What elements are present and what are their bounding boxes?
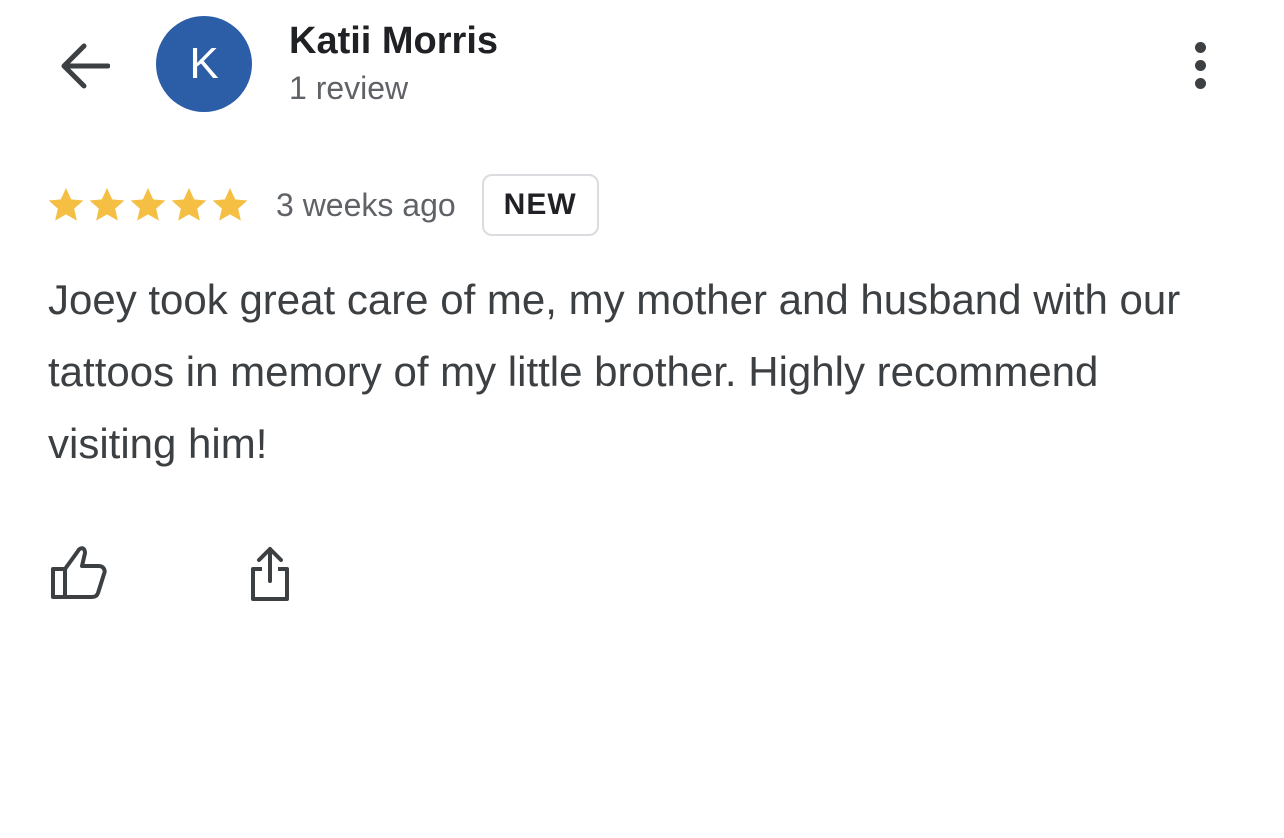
back-button[interactable] — [52, 36, 116, 96]
star-icon — [89, 188, 125, 221]
rating-row: 3 weeks ago NEW — [46, 172, 599, 238]
share-icon — [251, 547, 289, 601]
share-button[interactable] — [240, 540, 300, 606]
review-count: 1 review — [289, 70, 409, 106]
arrow-back-icon — [61, 43, 110, 89]
more-vert-icon-dot — [1194, 77, 1206, 89]
review-text: Joey took great care of me, my mother an… — [48, 276, 1181, 467]
review-time: 3 weeks ago — [276, 186, 456, 223]
like-button[interactable] — [44, 538, 114, 604]
star-icon — [48, 188, 84, 221]
more-vert-icon-dot — [1194, 41, 1206, 53]
avatar[interactable]: K — [156, 16, 252, 112]
thumbs-up-icon — [51, 546, 107, 599]
more-options-button[interactable] — [1178, 34, 1222, 96]
reviewer-name[interactable]: Katii Morris — [289, 18, 498, 64]
star-icon — [171, 188, 207, 221]
more-vert-icon-dot — [1194, 59, 1206, 71]
star-rating — [46, 185, 250, 225]
star-icon — [130, 188, 166, 221]
new-badge: NEW — [481, 174, 599, 236]
star-icon — [212, 188, 248, 221]
